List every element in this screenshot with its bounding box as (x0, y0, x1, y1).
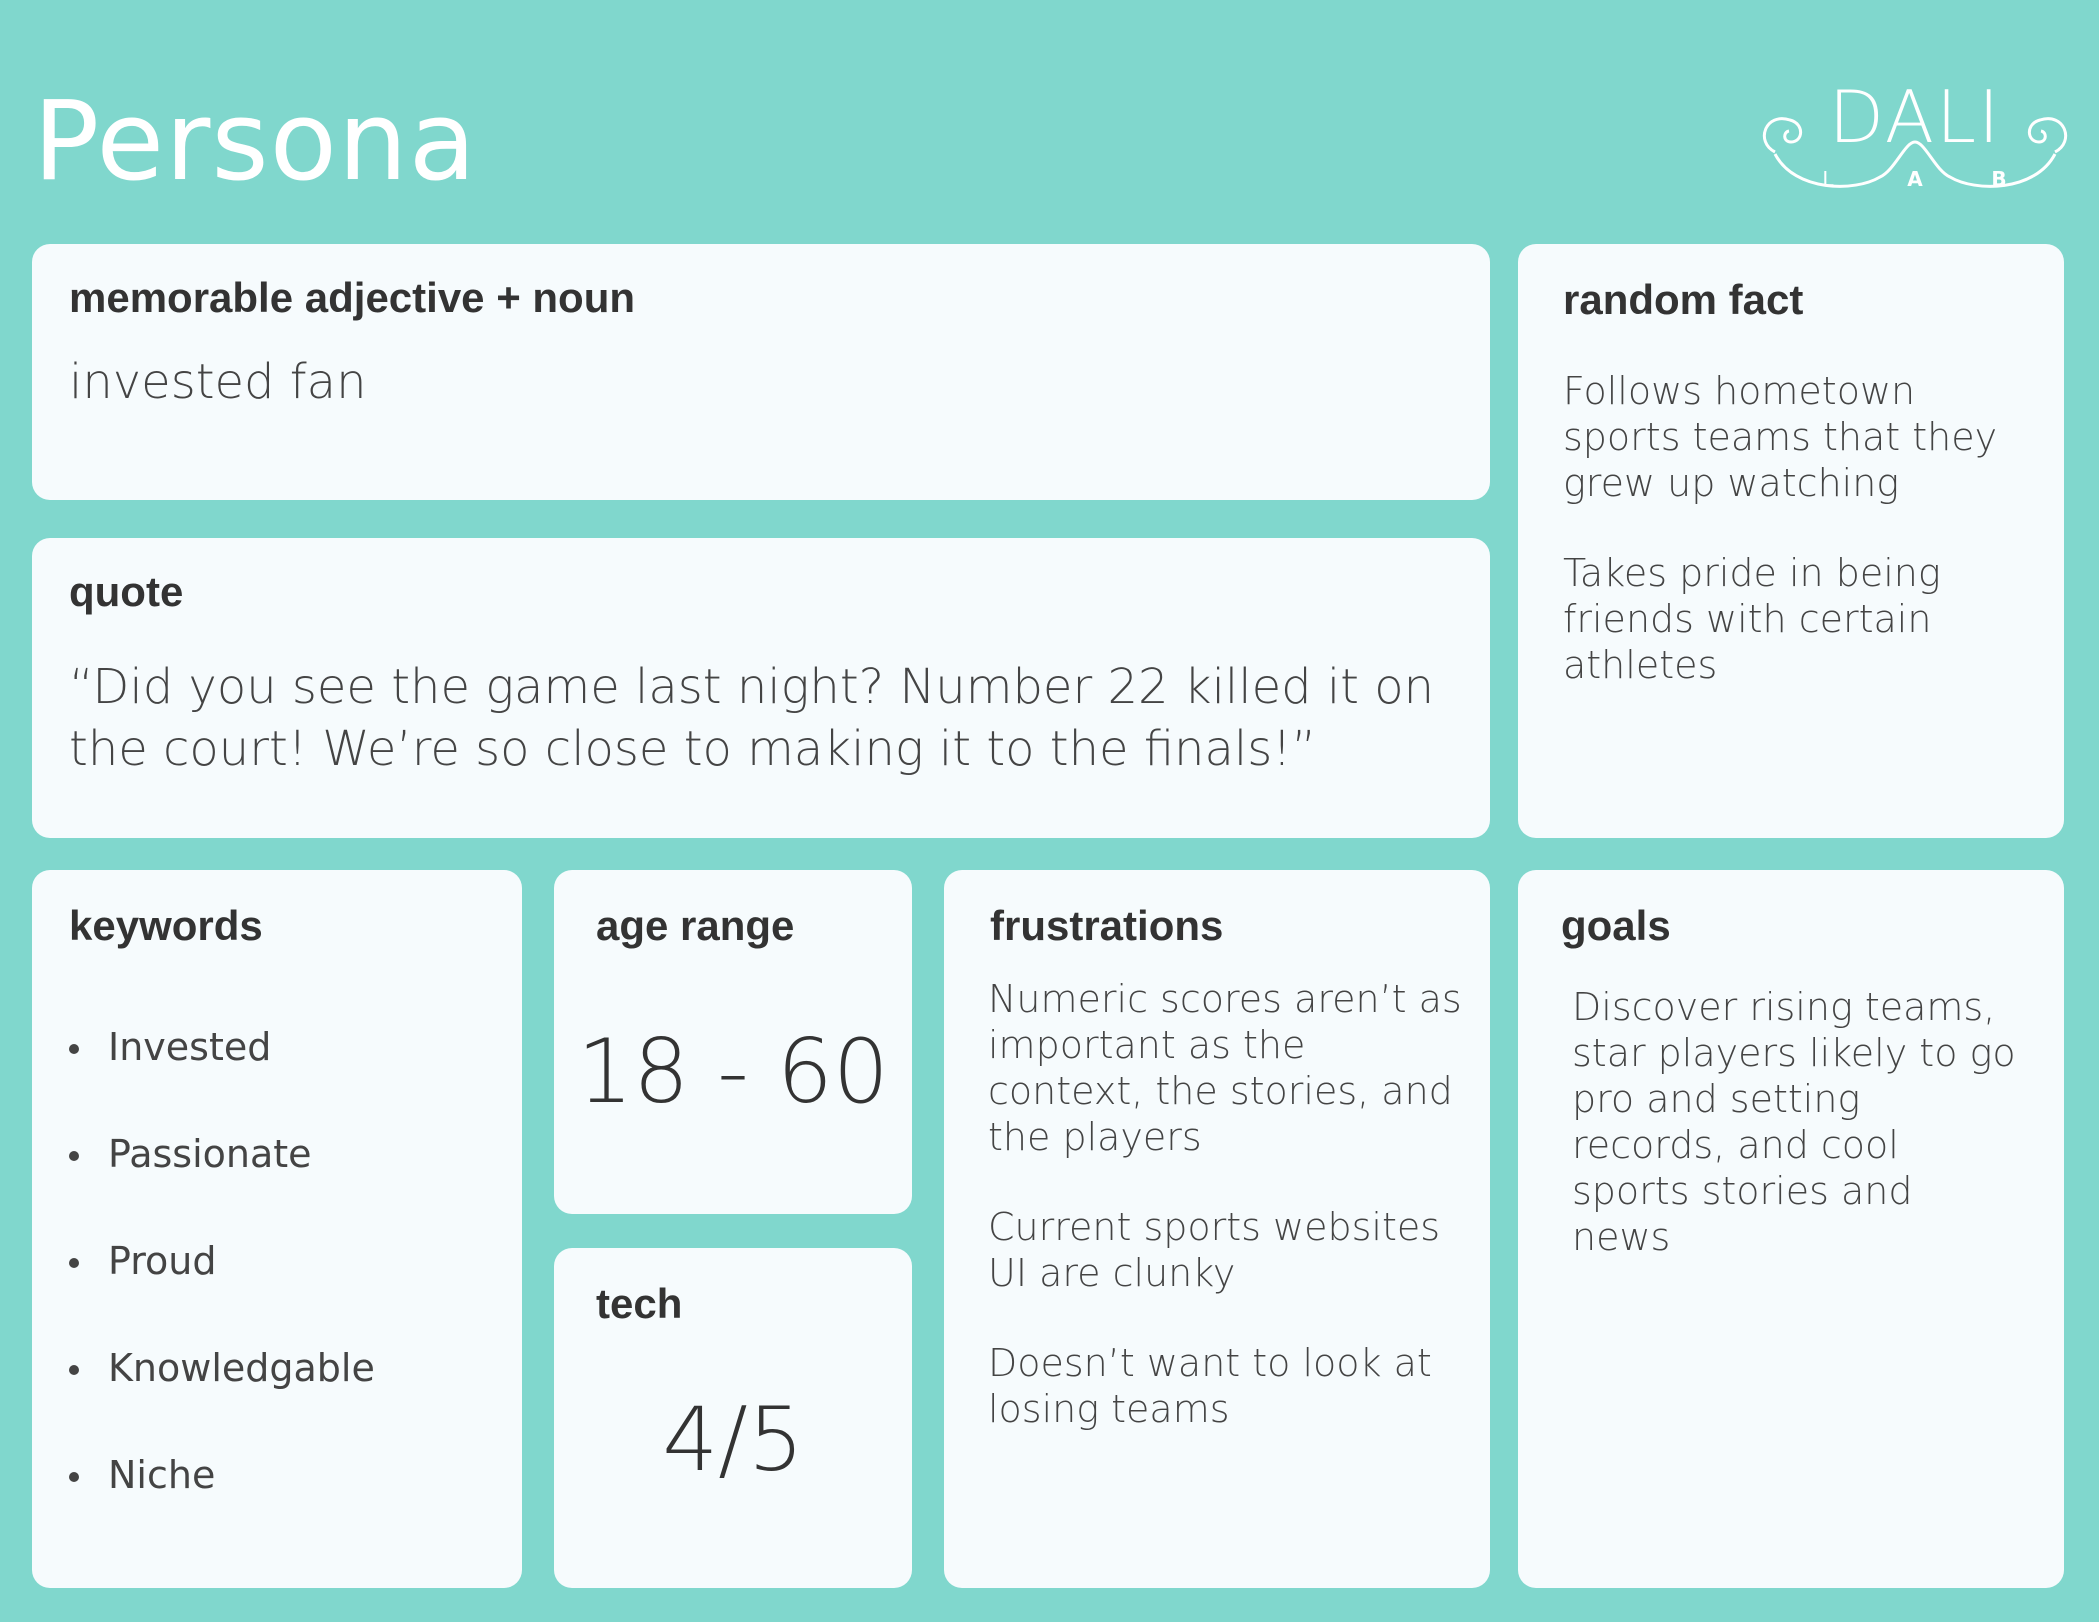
frustration-paragraph: Current sports websites UI are clunky (988, 1205, 1441, 1295)
bullet-icon (69, 1044, 79, 1054)
age-range-card: age range 18 - 60 (554, 870, 912, 1214)
random-fact-label: random fact (1563, 276, 1804, 323)
frustrations-label: frustrations (990, 902, 1224, 949)
bullet-icon (69, 1151, 79, 1161)
age-range-value: 18 - 60 (577, 1020, 889, 1123)
list-item: Niche (32, 1453, 375, 1560)
page-title: Persona (33, 77, 478, 205)
quote-text: “Did you see the game last night? Number… (69, 656, 1434, 780)
logo-letter-a: A (1907, 167, 1923, 191)
logo-main-text: DALI (1829, 82, 2002, 159)
frustrations-card: frustrations Numeric scores aren’t as im… (944, 870, 1490, 1588)
keywords-label: keywords (69, 902, 263, 949)
keyword-text: Niche (108, 1453, 216, 1497)
list-item: Invested (32, 1025, 375, 1132)
random-fact-paragraph: Follows hometown sports teams that they … (1563, 369, 1998, 505)
quote-line-1: “Did you see the game last night? Number… (69, 659, 1435, 715)
keyword-text: Passionate (108, 1132, 312, 1176)
list-item: Knowledgable (32, 1346, 375, 1453)
tech-label: tech (596, 1280, 683, 1327)
list-item: Proud (32, 1239, 375, 1346)
adjective-card: memorable adjective + noun invested fan (32, 244, 1490, 500)
logo-letter-b: B (1991, 167, 2006, 191)
quote-card: quote “Did you see the game last night? … (32, 538, 1490, 838)
frustration-paragraph: Doesn’t want to look at losing teams (988, 1341, 1432, 1431)
goals-text: Discover rising teams, star players like… (1572, 985, 2016, 1259)
tech-value: 4/5 (662, 1388, 804, 1491)
quote-label: quote (69, 568, 184, 615)
random-fact-text: Follows hometown sports teams that they … (1563, 368, 2033, 732)
goals-label: goals (1561, 902, 1671, 949)
age-range-label: age range (596, 902, 795, 949)
random-fact-paragraph: Takes pride in being friends with certai… (1563, 551, 1941, 687)
dali-lab-logo: DALI L A B (1762, 82, 2068, 191)
keyword-text: Invested (108, 1025, 272, 1069)
adjective-value: invested fan (69, 354, 367, 410)
frustration-paragraph: Numeric scores aren’t as important as th… (988, 977, 1462, 1159)
keywords-card: keywords Invested Passionate Proud Knowl… (32, 870, 522, 1588)
tech-card: tech 4/5 (554, 1248, 912, 1588)
logo-letter-l: L (1822, 167, 1834, 191)
keywords-list: Invested Passionate Proud Knowledgable N… (32, 1025, 375, 1560)
bullet-icon (69, 1472, 79, 1482)
list-item: Passionate (32, 1132, 375, 1239)
frustrations-text: Numeric scores aren’t as important as th… (988, 976, 1468, 1476)
bullet-icon (69, 1258, 79, 1268)
keyword-text: Proud (108, 1239, 217, 1283)
keyword-text: Knowledgable (108, 1346, 375, 1390)
adjective-label: memorable adjective + noun (69, 274, 636, 321)
quote-line-2: the court! We’re so close to making it t… (69, 721, 1317, 777)
random-fact-card: random fact Follows hometown sports team… (1518, 244, 2064, 838)
bullet-icon (69, 1365, 79, 1375)
goals-card: goals Discover rising teams, star player… (1518, 870, 2064, 1588)
